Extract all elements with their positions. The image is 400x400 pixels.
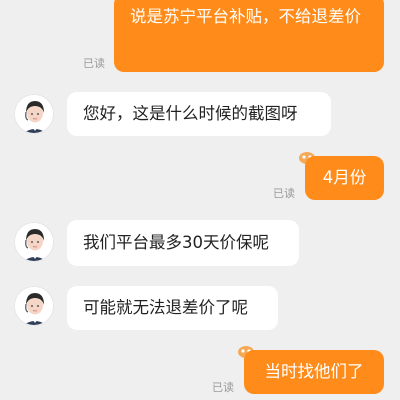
incoming-message-bubble[interactable]: 我们平台最多30天价保呢 [67,220,299,266]
agent-avatar[interactable] [14,222,54,262]
incoming-message-bubble[interactable]: 您好，这是什么时候的截图呀 [67,92,331,136]
message-text: 我们平台最多30天价保呢 [83,233,269,252]
message-text: 您好，这是什么时候的截图呀 [83,104,298,123]
incoming-message-bubble[interactable]: 可能就无法退差价了呢 [67,286,278,330]
customer-service-agent-avatar-icon [15,287,53,325]
customer-service-agent-avatar-icon [15,223,53,261]
customer-service-agent-avatar-icon [15,95,53,133]
read-status: 已读 [212,381,234,394]
message-text: 4月份 [322,168,367,187]
message-text: 当时找他们了 [264,362,364,381]
outgoing-message-bubble[interactable]: 4月份 [305,156,384,200]
agent-avatar[interactable] [14,286,54,326]
chat-message-list: 说是苏宁平台补贴，不给退差价 已读 您好，这是什么时候的截图呀 4月份 已读 我… [0,0,400,400]
read-status: 已读 [273,187,295,200]
agent-avatar[interactable] [14,94,54,134]
read-status: 已读 [83,57,105,70]
message-text: 说是苏宁平台补贴，不给退差价 [130,7,361,26]
outgoing-message-bubble[interactable]: 说是苏宁平台补贴，不给退差价 [114,0,384,72]
outgoing-message-bubble[interactable]: 当时找他们了 [244,350,384,394]
message-text: 可能就无法退差价了呢 [83,298,248,317]
